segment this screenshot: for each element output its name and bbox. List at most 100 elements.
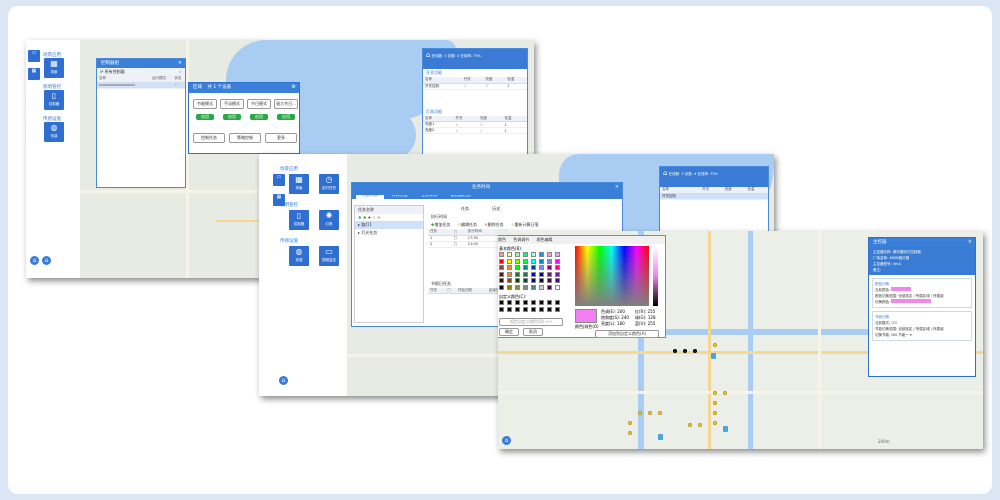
color-swatch[interactable] bbox=[547, 271, 552, 277]
color-swatch[interactable] bbox=[499, 271, 504, 277]
more-button[interactable]: 更多 bbox=[265, 133, 297, 143]
device-marker[interactable] bbox=[713, 391, 717, 395]
add-icon[interactable]: ✚ bbox=[368, 215, 371, 220]
apply-button[interactable]: 启用 bbox=[196, 114, 214, 120]
mode-radio-group[interactable]: 全部选定 / 所属区域 / 所属组 bbox=[898, 327, 943, 331]
ok-button[interactable]: 确定 bbox=[499, 328, 519, 336]
color-swatch[interactable] bbox=[539, 278, 544, 283]
switch-color-picker[interactable] bbox=[891, 299, 932, 303]
tab-tone[interactable]: 色调调节 bbox=[513, 237, 529, 242]
color-swatch[interactable] bbox=[531, 258, 536, 264]
color-swatch[interactable] bbox=[523, 271, 528, 277]
color-swatch[interactable] bbox=[555, 252, 560, 257]
device-marker[interactable] bbox=[713, 411, 717, 415]
color-swatch[interactable] bbox=[539, 252, 544, 257]
color-swatch[interactable] bbox=[555, 271, 560, 277]
color-swatch[interactable] bbox=[507, 265, 512, 270]
color-swatch[interactable] bbox=[499, 258, 504, 264]
color-swatch[interactable] bbox=[499, 278, 504, 283]
color-swatch[interactable] bbox=[523, 258, 528, 264]
add-icon[interactable]: ♣ bbox=[363, 215, 367, 220]
list-item[interactable]: ▸ 灯光任务 bbox=[355, 229, 423, 237]
custom-color-swatch[interactable] bbox=[523, 306, 528, 312]
color-swatch[interactable] bbox=[515, 258, 520, 264]
table-row[interactable]: ✓ bbox=[97, 82, 185, 89]
apply-button[interactable]: 启用 bbox=[250, 114, 268, 120]
edit-icon[interactable]: ✎ bbox=[372, 215, 375, 220]
recalc-sunset-button[interactable]: 重新计算日落 bbox=[515, 222, 539, 227]
custom-color-swatch[interactable] bbox=[555, 306, 560, 312]
mode-select[interactable]: DIS 节能一 bbox=[891, 333, 909, 337]
custom-color-swatch[interactable] bbox=[531, 300, 536, 305]
tile-controller[interactable]: ▯ 控制器 bbox=[289, 210, 309, 230]
color-swatch[interactable] bbox=[515, 284, 520, 290]
saturation-value[interactable]: 240 bbox=[621, 315, 629, 320]
custom-color-swatch[interactable] bbox=[539, 300, 544, 305]
color-swatch[interactable] bbox=[547, 258, 552, 264]
device-marker[interactable] bbox=[713, 421, 717, 425]
color-swatch[interactable] bbox=[523, 265, 528, 270]
left-icon-scene-edit[interactable]: ▭ bbox=[28, 50, 40, 62]
tile-video[interactable]: ▭ 视频监控 bbox=[319, 246, 339, 266]
color-swatch[interactable] bbox=[515, 278, 520, 283]
home-icon[interactable]: ⌂ bbox=[279, 376, 288, 385]
luminance-slider[interactable] bbox=[653, 246, 658, 306]
device-marker[interactable] bbox=[628, 431, 632, 435]
custom-color-swatch[interactable] bbox=[523, 300, 528, 305]
color-swatch[interactable] bbox=[499, 284, 504, 290]
color-swatch[interactable] bbox=[531, 252, 536, 257]
sub-tab-task[interactable]: 任务 bbox=[461, 206, 469, 211]
home-icon[interactable]: ⌂ bbox=[30, 256, 39, 265]
custom-color-swatch[interactable] bbox=[499, 300, 504, 305]
color-swatch[interactable] bbox=[539, 258, 544, 264]
range-radio-group[interactable]: 全部选定 / 所属区域 / 所属组 bbox=[898, 294, 943, 298]
color-swatch[interactable] bbox=[499, 252, 504, 257]
tile-controller[interactable]: ▯ 控制器 bbox=[44, 90, 64, 110]
device-marker[interactable] bbox=[698, 423, 702, 427]
settings-icon[interactable]: ⚙ bbox=[292, 83, 296, 92]
tile-sensor[interactable]: ◍ 传感 bbox=[289, 246, 309, 266]
refresh-icon[interactable]: ⟳ bbox=[100, 69, 103, 74]
device-marker[interactable] bbox=[713, 343, 717, 347]
define-custom-color-button[interactable]: 规定自定义颜色(D) >> bbox=[499, 318, 563, 326]
custom-color-swatch[interactable] bbox=[515, 300, 520, 305]
device-marker[interactable] bbox=[683, 349, 687, 353]
custom-color-swatch[interactable] bbox=[547, 300, 552, 305]
color-swatch[interactable] bbox=[523, 252, 528, 257]
device-marker[interactable] bbox=[658, 434, 663, 440]
cancel-button[interactable]: 取消 bbox=[523, 328, 543, 336]
tile-scene[interactable]: ▦ 场景 bbox=[44, 58, 64, 78]
color-swatch[interactable] bbox=[507, 252, 512, 257]
device-marker[interactable] bbox=[693, 349, 697, 353]
color-swatch[interactable] bbox=[555, 278, 560, 283]
table-row[interactable]: 开关控制 ✓ ✓ 1 bbox=[423, 83, 527, 90]
color-swatch[interactable] bbox=[507, 284, 512, 290]
close-icon[interactable]: × bbox=[178, 59, 182, 68]
delete-icon[interactable]: ✕ bbox=[377, 215, 380, 220]
mode-button-energy[interactable]: 节能模式 bbox=[193, 99, 217, 109]
left-icon[interactable]: ▦ bbox=[273, 194, 285, 206]
custom-color-swatch[interactable] bbox=[547, 306, 552, 312]
edit-task-button[interactable]: 编辑任务 bbox=[461, 222, 477, 227]
device-marker[interactable] bbox=[713, 401, 717, 405]
tab-color-edit[interactable]: 颜色编辑 bbox=[537, 237, 553, 242]
color-swatch[interactable] bbox=[547, 284, 552, 290]
color-swatch[interactable] bbox=[523, 278, 528, 283]
control-task-button[interactable]: 控制任务 bbox=[193, 133, 225, 143]
left-icon[interactable]: ▭ bbox=[273, 174, 285, 186]
add-custom-color-button[interactable]: 添加到自定义颜色(A) bbox=[595, 330, 659, 338]
table-row[interactable]: 亮度2 ✓ ✓ 1 bbox=[423, 127, 527, 134]
chevron-down-icon[interactable]: ▾ bbox=[910, 333, 912, 337]
color-swatch[interactable] bbox=[547, 265, 552, 270]
mode-button-manual[interactable]: 手动模式 bbox=[220, 99, 244, 109]
color-swatch[interactable] bbox=[515, 271, 520, 277]
color-swatch[interactable] bbox=[507, 278, 512, 283]
device-marker[interactable] bbox=[648, 411, 652, 415]
home-icon[interactable]: ⌂ bbox=[42, 256, 51, 265]
color-swatch[interactable] bbox=[539, 284, 544, 290]
apply-button[interactable]: 启用 bbox=[223, 114, 241, 120]
add-task-button[interactable]: 增加任务 bbox=[434, 222, 450, 227]
tile-timer[interactable]: ◷ 定时任务 bbox=[319, 174, 339, 194]
device-marker[interactable] bbox=[628, 421, 632, 425]
device-marker[interactable] bbox=[723, 426, 728, 432]
